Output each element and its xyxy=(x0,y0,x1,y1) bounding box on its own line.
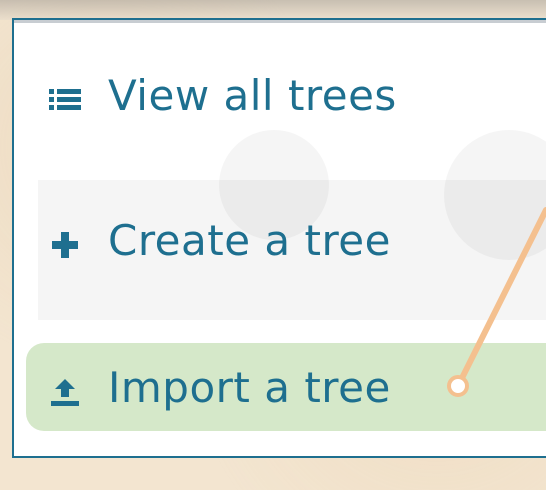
create-tree-label: Create a tree xyxy=(108,215,391,265)
panel-divider xyxy=(14,20,546,23)
plus-icon xyxy=(48,223,82,258)
import-tree-item[interactable]: Import a tree xyxy=(26,343,546,431)
list-icon xyxy=(48,78,82,112)
tree-actions-menu: View all trees Create a tree Import a tr… xyxy=(12,18,546,458)
view-all-trees-label: View all trees xyxy=(108,70,397,120)
create-tree-item[interactable]: Create a tree xyxy=(26,195,546,285)
upload-icon xyxy=(48,370,82,406)
top-shadow xyxy=(0,0,546,20)
import-tree-label: Import a tree xyxy=(108,362,391,412)
view-all-trees-item[interactable]: View all trees xyxy=(26,50,546,140)
